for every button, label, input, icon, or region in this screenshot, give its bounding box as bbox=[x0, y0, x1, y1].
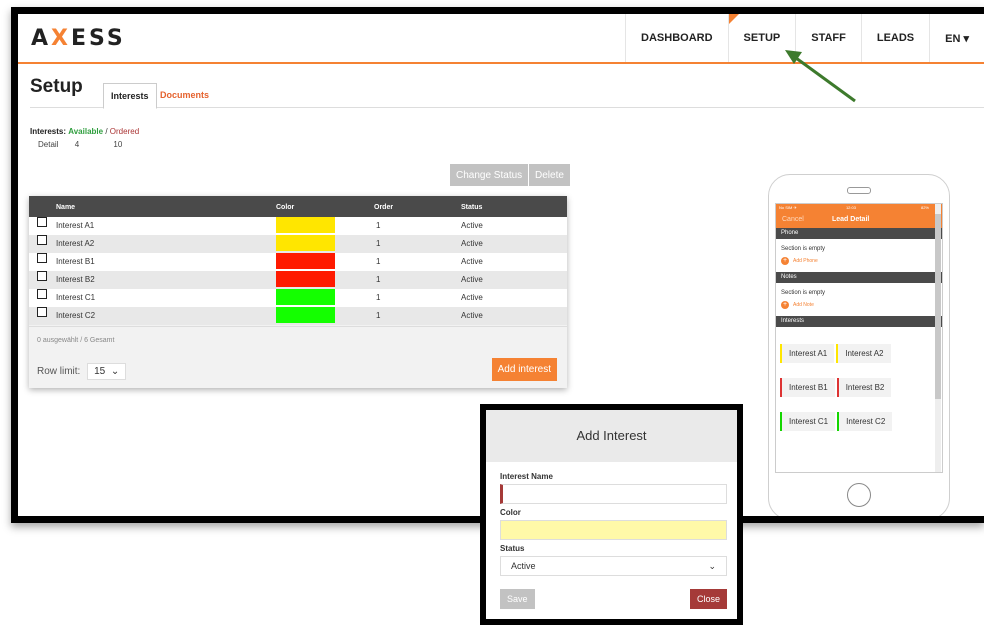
add-interest-button[interactable]: Add interest bbox=[491, 358, 557, 381]
phone-screen: No SIM ✈ 12:03 82% Cancel Lead Detail Ph… bbox=[775, 203, 943, 473]
table-row[interactable]: Interest C2 1 Active bbox=[29, 307, 567, 325]
lead-detail-title: Lead Detail bbox=[832, 216, 870, 223]
tab-interests[interactable]: Interests bbox=[103, 83, 157, 109]
add-phone-link[interactable]: + Add Phone bbox=[776, 255, 942, 272]
section-interests: Interests bbox=[776, 316, 942, 327]
add-interest-modal: Add Interest Interest Name Color Status … bbox=[480, 404, 743, 625]
table-row[interactable]: Interest B1 1 Active bbox=[29, 253, 567, 271]
chevron-down-icon: ⌄ bbox=[708, 561, 716, 571]
phone-status-bar: No SIM ✈ 12:03 82% bbox=[776, 204, 942, 212]
nav-leads[interactable]: LEADS bbox=[860, 14, 929, 62]
speaker-icon bbox=[847, 187, 871, 194]
row-checkbox[interactable] bbox=[37, 253, 47, 263]
page-title: Setup bbox=[30, 76, 83, 97]
interest-chips: Interest A1 Interest A2Interest B1 Interes… bbox=[776, 327, 942, 445]
nav-dashboard[interactable]: DASHBOARD bbox=[625, 14, 728, 62]
row-order: 1 bbox=[376, 221, 381, 230]
table-row[interactable]: Interest A1 1 Active bbox=[29, 217, 567, 235]
axess-logo[interactable]: AXESS bbox=[31, 26, 126, 51]
top-navbar: AXESS DASHBOARD SETUP STAFF LEADS EN ▾ bbox=[18, 14, 984, 64]
color-swatch bbox=[276, 271, 335, 287]
row-order: 1 bbox=[376, 311, 381, 320]
color-swatch bbox=[276, 253, 335, 269]
save-button[interactable]: Save bbox=[500, 589, 535, 609]
row-checkbox[interactable] bbox=[37, 307, 47, 317]
row-status: Active bbox=[461, 257, 483, 266]
interest-name-input[interactable] bbox=[500, 484, 727, 504]
row-name: Interest A1 bbox=[56, 221, 95, 230]
row-checkbox[interactable] bbox=[37, 271, 47, 281]
chevron-down-icon: ⌄ bbox=[110, 366, 120, 377]
row-name: Interest A2 bbox=[56, 239, 95, 248]
close-button[interactable]: Close bbox=[689, 589, 727, 609]
row-checkbox[interactable] bbox=[37, 235, 47, 245]
interest-chip[interactable]: Interest C2 bbox=[837, 412, 893, 431]
row-name: Interest B2 bbox=[56, 275, 95, 284]
interest-chip[interactable]: Interest B1 bbox=[780, 378, 835, 397]
ordered-count: 10 bbox=[113, 140, 123, 149]
row-limit: Row limit: 15 ⌄ bbox=[37, 363, 127, 380]
row-order: 1 bbox=[376, 239, 381, 248]
main-nav: DASHBOARD SETUP STAFF LEADS EN ▾ bbox=[625, 14, 984, 62]
phone-preview: No SIM ✈ 12:03 82% Cancel Lead Detail Ph… bbox=[768, 174, 950, 516]
color-swatch bbox=[276, 217, 335, 233]
interest-chip[interactable]: Interest C1 bbox=[780, 412, 836, 431]
interests-table: Name Color Order Status Interest A1 1 Acti… bbox=[29, 196, 567, 388]
tab-documents[interactable]: Documents bbox=[153, 83, 216, 107]
plus-icon: + bbox=[781, 257, 789, 265]
interest-stats: Interests: Available / Ordered Detail 4 … bbox=[30, 127, 140, 149]
status-select[interactable]: Active ⌄ bbox=[500, 556, 727, 576]
nav-staff[interactable]: STAFF bbox=[795, 14, 861, 62]
modal-title: Add Interest bbox=[486, 410, 737, 462]
row-name: Interest C2 bbox=[56, 311, 96, 320]
stat-ordered: Ordered bbox=[109, 127, 140, 136]
row-status: Active bbox=[461, 239, 483, 248]
table-row[interactable]: Interest B2 1 Active bbox=[29, 271, 567, 289]
color-swatch bbox=[276, 307, 335, 323]
row-order: 1 bbox=[376, 257, 381, 266]
cancel-link[interactable]: Cancel bbox=[782, 212, 804, 228]
lead-detail-header: Cancel Lead Detail bbox=[776, 212, 942, 228]
table-header: Name Color Order Status bbox=[29, 196, 567, 217]
row-status: Active bbox=[461, 221, 483, 230]
language-select[interactable]: EN ▾ bbox=[929, 14, 984, 62]
row-status: Active bbox=[461, 311, 483, 320]
section-notes: Notes bbox=[776, 272, 942, 283]
stat-available: Available bbox=[68, 127, 104, 136]
interest-chip[interactable]: Interest A2 bbox=[836, 344, 891, 363]
row-name: Interest B1 bbox=[56, 257, 95, 266]
selection-summary: 0 ausgewählt / 6 Gesamt bbox=[29, 326, 567, 355]
color-input[interactable] bbox=[500, 520, 727, 540]
row-status: Active bbox=[461, 293, 483, 302]
nav-setup[interactable]: SETUP bbox=[727, 14, 796, 62]
add-note-link[interactable]: + Add Note bbox=[776, 299, 942, 316]
interest-chip[interactable]: Interest A1 bbox=[780, 344, 835, 363]
row-checkbox[interactable] bbox=[37, 217, 47, 227]
phone-scrollbar[interactable] bbox=[935, 204, 941, 472]
change-status-button[interactable]: Change Status bbox=[450, 164, 529, 186]
row-status: Active bbox=[461, 275, 483, 284]
color-swatch bbox=[276, 289, 335, 305]
color-swatch bbox=[276, 235, 335, 251]
row-name: Interest C1 bbox=[56, 293, 96, 302]
row-checkbox[interactable] bbox=[37, 289, 47, 299]
home-button[interactable] bbox=[847, 483, 871, 507]
row-order: 1 bbox=[376, 275, 381, 284]
interest-chip[interactable]: Interest B2 bbox=[836, 378, 892, 397]
table-row[interactable]: Interest A2 1 Active bbox=[29, 235, 567, 253]
section-phone: Phone bbox=[776, 228, 942, 239]
row-limit-select[interactable]: 15 ⌄ bbox=[87, 363, 127, 380]
table-row[interactable]: Interest C1 1 Active bbox=[29, 289, 567, 307]
page-header: Setup Interests Documents bbox=[30, 76, 984, 109]
row-order: 1 bbox=[376, 293, 381, 302]
plus-icon: + bbox=[781, 301, 789, 309]
delete-button[interactable]: Delete bbox=[529, 164, 570, 186]
available-count: 4 bbox=[74, 140, 80, 149]
